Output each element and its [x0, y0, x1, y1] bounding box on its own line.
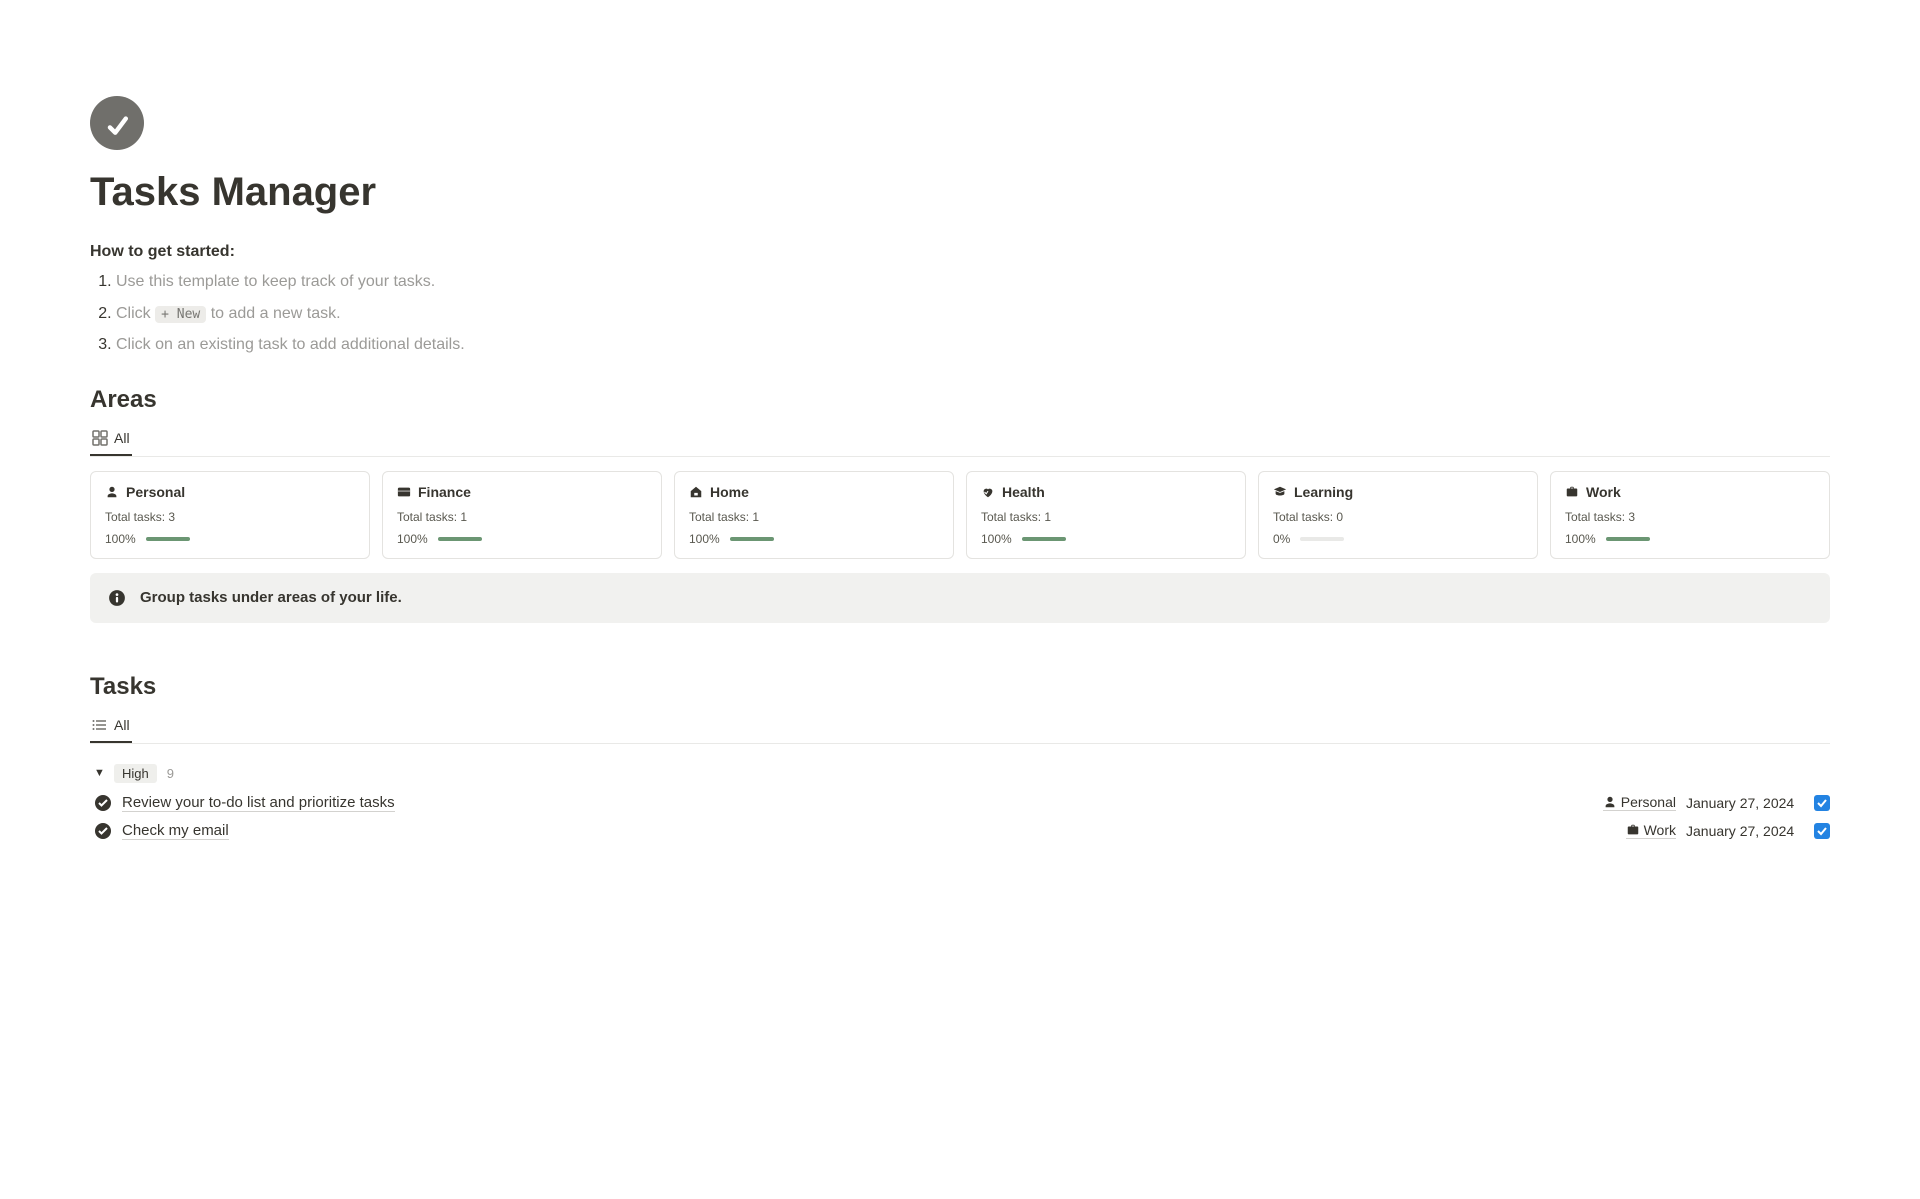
task-done-checkbox[interactable] [1814, 795, 1830, 811]
progress-bar [1300, 537, 1344, 541]
person-icon [1603, 795, 1617, 809]
tab-label: All [114, 430, 130, 446]
area-tasks-count: Total tasks: 0 [1273, 510, 1523, 524]
progress-bar [1022, 537, 1066, 541]
card-icon [397, 485, 411, 499]
area-progress-label: 100% [397, 532, 428, 546]
task-group-header[interactable]: ▼ High 9 [90, 758, 1830, 789]
briefcase-icon [1565, 485, 1579, 499]
check-circle-icon [94, 794, 112, 812]
progress-bar [146, 537, 190, 541]
caret-down-icon: ▼ [94, 767, 104, 779]
task-list: Review your to-do list and prioritize ta… [90, 789, 1830, 845]
task-title[interactable]: Review your to-do list and prioritize ta… [122, 794, 395, 812]
area-progress-label: 100% [981, 532, 1012, 546]
callout-text: Group tasks under areas of your life. [140, 589, 402, 606]
tasks-tabs: All [90, 711, 1830, 744]
tab-all-tasks[interactable]: All [90, 711, 132, 743]
how-to-step: Use this template to keep track of your … [116, 269, 1830, 295]
briefcase-icon [1626, 823, 1640, 837]
home-icon [689, 485, 703, 499]
area-progress-label: 100% [105, 532, 136, 546]
area-card[interactable]: Finance Total tasks: 1 100% [382, 471, 662, 559]
areas-grid: Personal Total tasks: 3 100% Finance Tot… [90, 471, 1830, 559]
area-name: Work [1586, 484, 1621, 500]
page-title: Tasks Manager [90, 170, 1830, 215]
area-name: Health [1002, 484, 1045, 500]
area-name: Learning [1294, 484, 1353, 500]
tasks-heading: Tasks [90, 673, 1830, 701]
area-progress-label: 100% [1565, 532, 1596, 546]
area-card[interactable]: Personal Total tasks: 3 100% [90, 471, 370, 559]
area-tasks-count: Total tasks: 1 [397, 510, 647, 524]
task-row[interactable]: Check my email Work January 27, 2024 [90, 817, 1830, 845]
area-card[interactable]: Work Total tasks: 3 100% [1550, 471, 1830, 559]
progress-bar [730, 537, 774, 541]
area-card[interactable]: Learning Total tasks: 0 0% [1258, 471, 1538, 559]
how-to-heading: How to get started: [90, 243, 1830, 261]
person-icon [105, 485, 119, 499]
step-text: Use this template to keep track of your … [116, 273, 435, 290]
list-icon [92, 717, 108, 733]
progress-bar [438, 537, 482, 541]
how-to-step: Click on an existing task to add additio… [116, 332, 1830, 358]
task-area-label: Work [1644, 822, 1676, 838]
areas-heading: Areas [90, 386, 1830, 414]
area-tasks-count: Total tasks: 3 [105, 510, 355, 524]
graduation-icon [1273, 485, 1287, 499]
info-icon [108, 589, 126, 607]
area-progress-label: 0% [1273, 532, 1290, 546]
task-date: January 27, 2024 [1686, 795, 1804, 811]
task-area-tag[interactable]: Work [1626, 822, 1676, 839]
task-title[interactable]: Check my email [122, 822, 229, 840]
step-text: Click on an existing task to add additio… [116, 336, 465, 353]
area-tasks-count: Total tasks: 1 [981, 510, 1231, 524]
page-icon [90, 96, 144, 150]
tab-all-areas[interactable]: All [90, 424, 132, 456]
how-to-step: Click + New to add a new task. [116, 301, 1830, 327]
group-count: 9 [167, 766, 174, 781]
area-name: Personal [126, 484, 185, 500]
group-tag: High [114, 764, 157, 783]
area-name: Finance [418, 484, 471, 500]
areas-tabs: All [90, 424, 1830, 457]
progress-bar [1606, 537, 1650, 541]
area-card[interactable]: Home Total tasks: 1 100% [674, 471, 954, 559]
task-area-label: Personal [1621, 794, 1676, 810]
new-button-inline[interactable]: + New [155, 306, 206, 323]
gallery-icon [92, 430, 108, 446]
check-circle-icon [94, 822, 112, 840]
task-date: January 27, 2024 [1686, 823, 1804, 839]
area-tasks-count: Total tasks: 1 [689, 510, 939, 524]
task-done-checkbox[interactable] [1814, 823, 1830, 839]
areas-callout: Group tasks under areas of your life. [90, 573, 1830, 623]
task-area-tag[interactable]: Personal [1603, 794, 1676, 811]
area-progress-label: 100% [689, 532, 720, 546]
area-card[interactable]: Health Total tasks: 1 100% [966, 471, 1246, 559]
area-tasks-count: Total tasks: 3 [1565, 510, 1815, 524]
heart-icon [981, 485, 995, 499]
step-text: to add a new task. [211, 305, 341, 322]
tab-label: All [114, 717, 130, 733]
task-row[interactable]: Review your to-do list and prioritize ta… [90, 789, 1830, 817]
step-text: Click [116, 305, 151, 322]
area-name: Home [710, 484, 749, 500]
